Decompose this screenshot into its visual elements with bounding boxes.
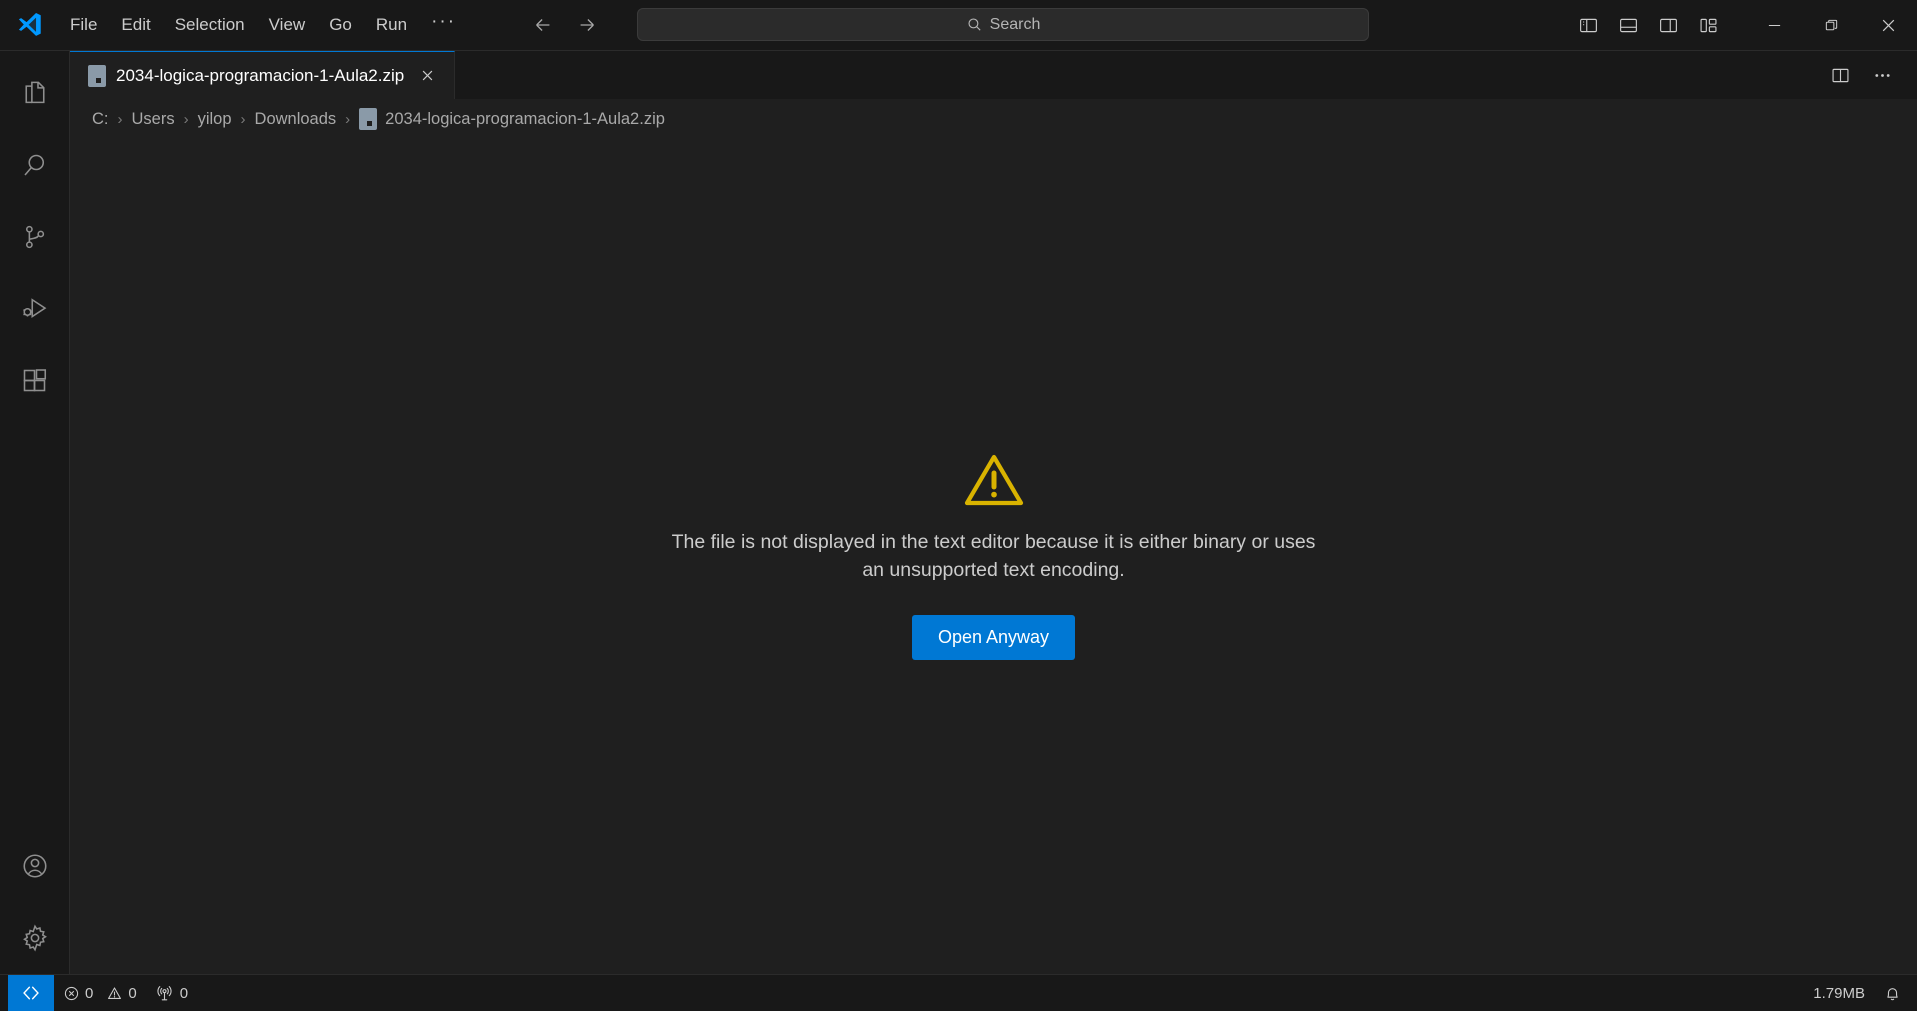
binary-file-notice: The file is not displayed in the text ed… <box>664 452 1324 660</box>
tab-close-icon[interactable] <box>414 63 440 89</box>
status-bar-left: 0 0 0 <box>0 975 197 1011</box>
sidebar-item-run-and-debug[interactable] <box>0 273 70 345</box>
go-back-icon[interactable] <box>530 12 556 38</box>
notifications-bell-button[interactable] <box>1874 975 1911 1011</box>
menu-view[interactable]: View <box>257 10 318 40</box>
vscode-window: File Edit Selection View Go Run ··· Sear… <box>0 0 1917 1011</box>
layout-panel-icon[interactable] <box>1608 5 1648 45</box>
binary-notice-message: The file is not displayed in the text ed… <box>671 531 1316 582</box>
split-editor-right-icon[interactable] <box>1821 56 1859 94</box>
binary-file-icon <box>88 64 106 87</box>
restore-button[interactable] <box>1803 0 1860 50</box>
workbench-body: 2034-logica-programacion-1-Aula2.zip C: … <box>0 51 1917 974</box>
layout-sidebar-left-icon[interactable] <box>1568 5 1608 45</box>
error-count: 0 <box>63 985 93 1002</box>
breadcrumb-item-downloads[interactable]: Downloads <box>249 108 343 131</box>
editor-content: The file is not displayed in the text ed… <box>70 139 1917 974</box>
breadcrumb-item-drive[interactable]: C: <box>86 108 115 131</box>
tabs-filler <box>455 51 1821 99</box>
status-bar-right: 1.79MB <box>1804 975 1917 1011</box>
accounts-button[interactable] <box>0 830 70 902</box>
menu-overflow-button[interactable]: ··· <box>419 9 468 42</box>
layout-customize-icon[interactable] <box>1688 5 1728 45</box>
breadcrumb-file-label: 2034-logica-programacion-1-Aula2.zip <box>385 109 665 128</box>
go-forward-icon[interactable] <box>574 12 600 38</box>
warning-triangle-icon <box>963 452 1025 508</box>
title-bar: File Edit Selection View Go Run ··· Sear… <box>0 0 1917 51</box>
menu-edit[interactable]: Edit <box>109 10 162 40</box>
menu-run[interactable]: Run <box>364 10 419 40</box>
open-anyway-button[interactable]: Open Anyway <box>911 614 1076 660</box>
breadcrumb: C: › Users › yilop › Downloads › 2034-lo… <box>70 99 1917 139</box>
close-button[interactable] <box>1860 0 1917 50</box>
warning-count: 0 <box>106 984 137 1002</box>
breadcrumb-item-yilop[interactable]: yilop <box>192 108 238 131</box>
remote-icon <box>21 984 41 1002</box>
command-center-search[interactable]: Search <box>637 8 1369 41</box>
minimize-button[interactable] <box>1746 0 1803 50</box>
ports-status-button[interactable]: 0 <box>146 975 197 1011</box>
search-icon <box>966 16 983 33</box>
warning-icon <box>106 985 123 1002</box>
editor-tab-label: 2034-logica-programacion-1-Aula2.zip <box>116 65 405 85</box>
ports-count-label: 0 <box>179 984 189 1002</box>
bell-icon <box>1883 984 1902 1003</box>
binary-file-icon <box>359 108 378 130</box>
search-placeholder-label: Search <box>989 15 1041 33</box>
warning-count-label: 0 <box>128 984 137 1002</box>
error-count-label: 0 <box>85 984 94 1002</box>
remote-indicator-button[interactable] <box>8 975 54 1011</box>
menu-file[interactable]: File <box>58 10 109 40</box>
editor-actions <box>1821 51 1917 99</box>
vscode-logo <box>0 10 58 40</box>
layout-sidebar-right-icon[interactable] <box>1648 5 1688 45</box>
editor-tab[interactable]: 2034-logica-programacion-1-Aula2.zip <box>70 51 456 99</box>
activity-bar <box>0 51 70 974</box>
radio-tower-icon <box>155 984 174 1003</box>
editor-tabs-bar: 2034-logica-programacion-1-Aula2.zip <box>70 51 1917 99</box>
problems-status-button[interactable]: 0 0 <box>54 975 146 1011</box>
breadcrumb-separator-icon: › <box>240 110 246 128</box>
menu-selection[interactable]: Selection <box>163 10 257 40</box>
error-icon <box>63 985 80 1002</box>
menu-go[interactable]: Go <box>317 10 364 40</box>
editor-group: 2034-logica-programacion-1-Aula2.zip C: … <box>70 51 1917 974</box>
breadcrumb-item-users[interactable]: Users <box>126 108 181 131</box>
window-right-controls <box>1568 0 1917 50</box>
breadcrumb-item-file[interactable]: 2034-logica-programacion-1-Aula2.zip <box>353 106 671 132</box>
file-size-label: 1.79MB <box>1813 984 1865 1002</box>
menu-bar: File Edit Selection View Go Run ··· <box>58 9 468 42</box>
sidebar-item-search[interactable] <box>0 129 70 201</box>
editor-more-actions-button[interactable] <box>1863 56 1901 94</box>
settings-gear-icon[interactable] <box>0 902 70 974</box>
breadcrumb-separator-icon: › <box>345 110 351 128</box>
sidebar-item-explorer[interactable] <box>0 57 70 129</box>
file-size-status[interactable]: 1.79MB <box>1804 975 1874 1011</box>
sidebar-item-extensions[interactable] <box>0 345 70 417</box>
window-controls <box>1746 0 1917 50</box>
layout-buttons <box>1568 5 1746 45</box>
status-bar: 0 0 0 1.79MB <box>0 974 1917 1011</box>
breadcrumb-separator-icon: › <box>117 110 123 128</box>
sidebar-item-source-control[interactable] <box>0 201 70 273</box>
breadcrumb-separator-icon: › <box>183 110 189 128</box>
navigation-arrows <box>530 12 600 38</box>
